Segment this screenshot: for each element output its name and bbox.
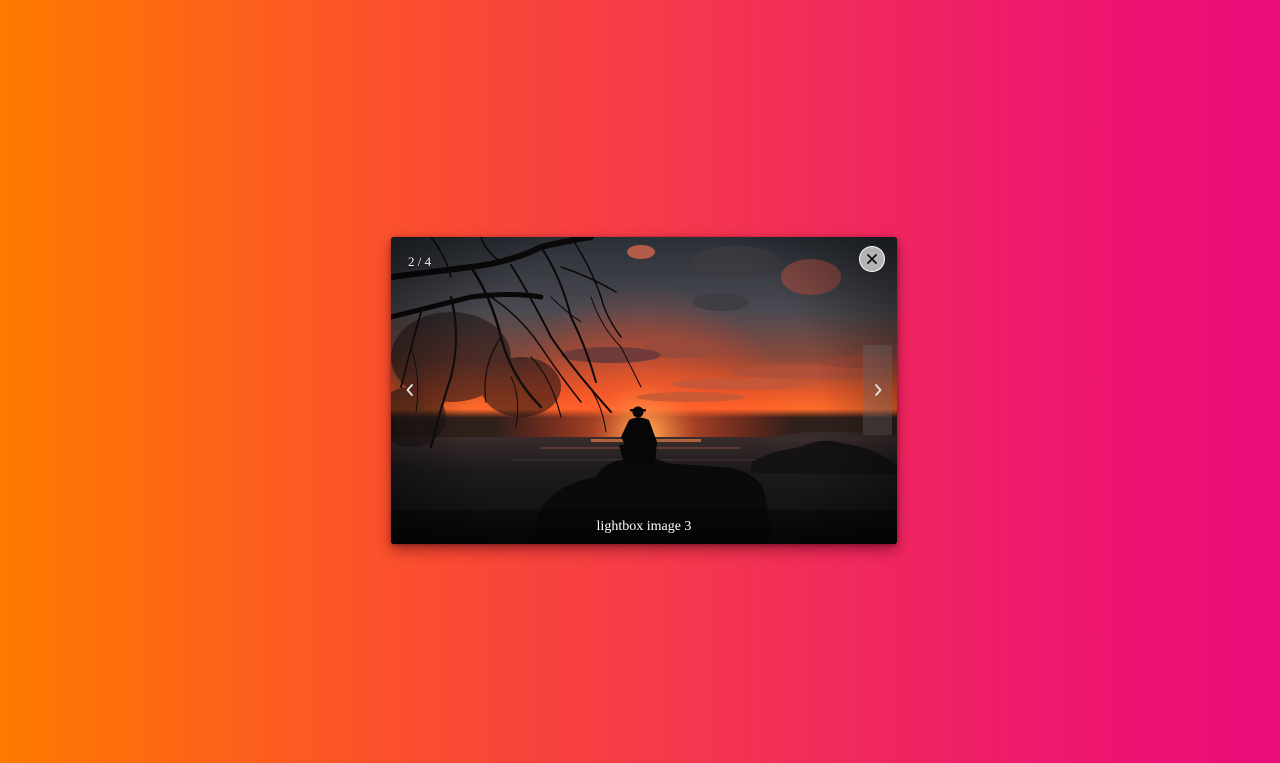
chevron-left-icon bbox=[406, 384, 413, 396]
previous-image-button[interactable] bbox=[395, 345, 424, 435]
image-counter: 2 / 4 bbox=[408, 254, 432, 269]
image-caption: lightbox image 3 bbox=[596, 519, 692, 534]
lightbox-modal: 2 / 4 lightbox image 3 bbox=[391, 237, 897, 544]
lightbox-image bbox=[391, 237, 897, 544]
close-icon bbox=[867, 254, 877, 264]
close-button[interactable] bbox=[859, 246, 885, 272]
chevron-right-icon bbox=[874, 384, 881, 396]
next-image-button[interactable] bbox=[863, 345, 892, 435]
